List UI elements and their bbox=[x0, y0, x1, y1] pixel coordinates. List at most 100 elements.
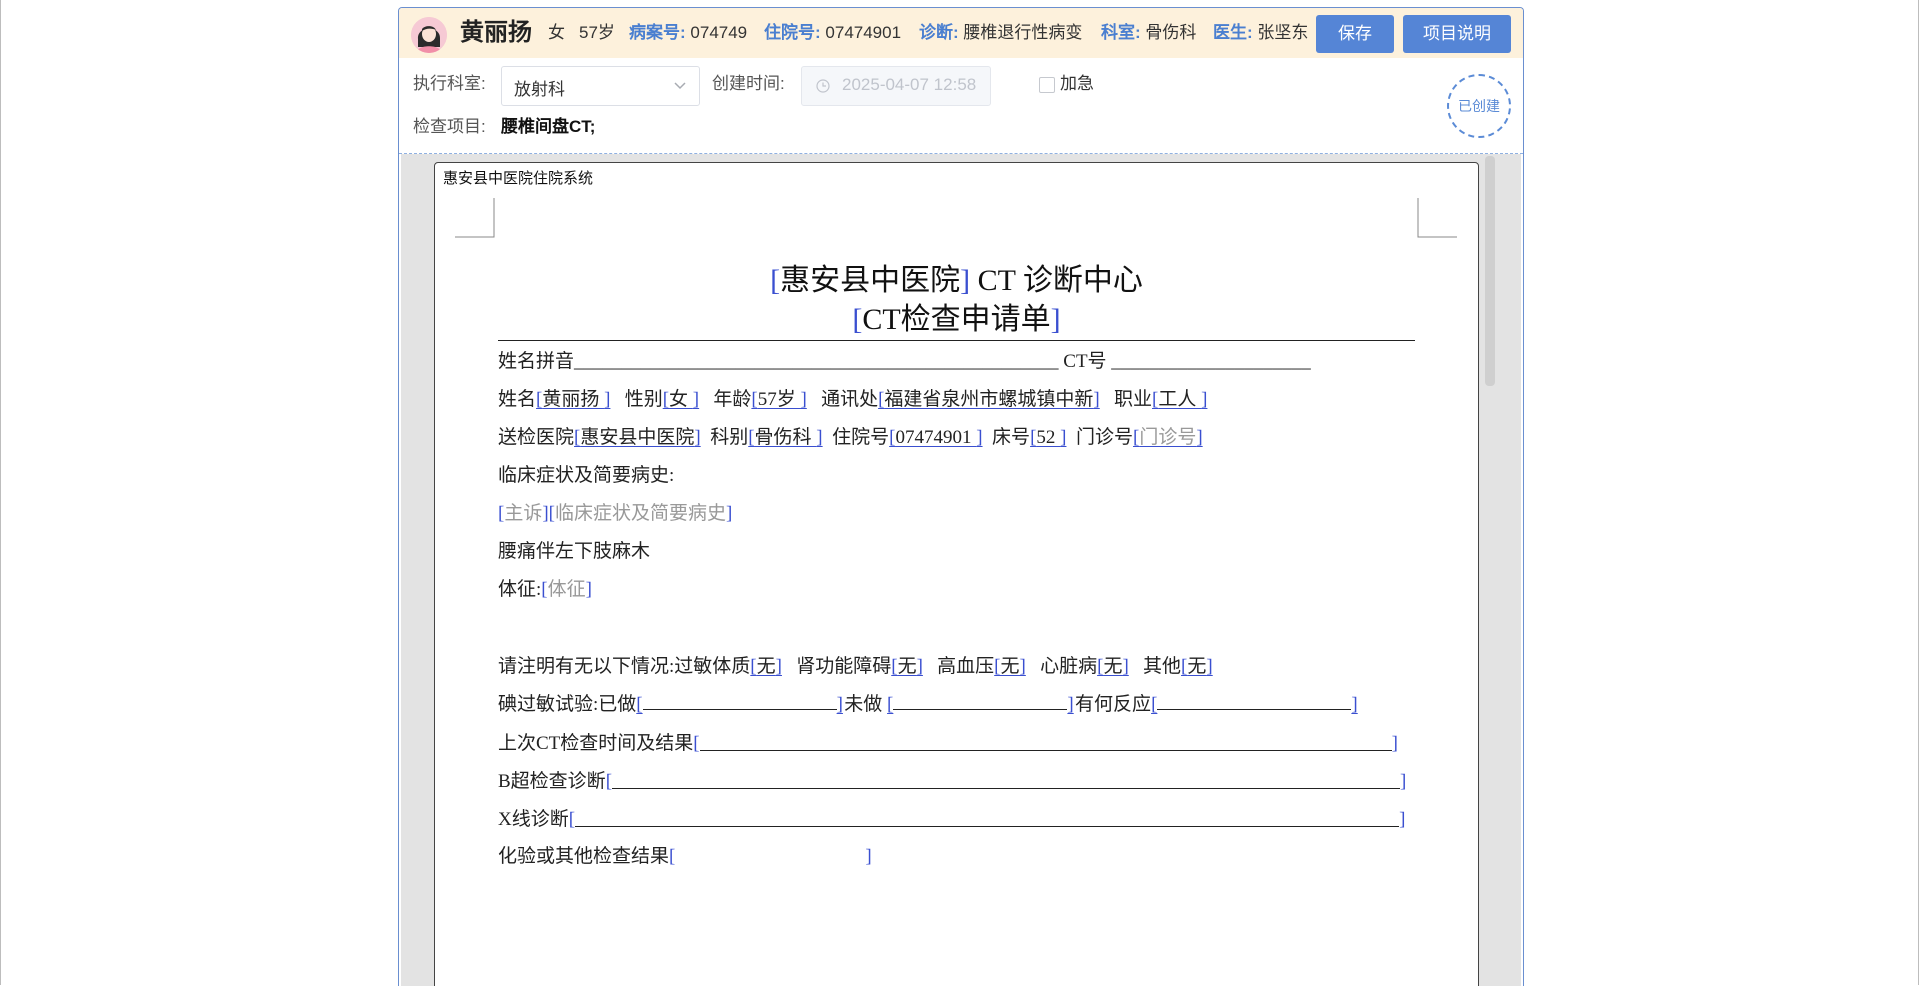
gender-field[interactable]: [女 ] bbox=[663, 389, 699, 410]
other-value: 无 bbox=[1187, 656, 1207, 677]
document-scrollbar[interactable] bbox=[1485, 156, 1495, 386]
avatar bbox=[411, 17, 447, 53]
name-field[interactable]: [黄丽扬 ] bbox=[536, 389, 610, 410]
iodine-not-done-field[interactable]: [] bbox=[887, 692, 1075, 718]
doctor-value: 张坚东 bbox=[1257, 23, 1309, 42]
urgent-checkbox[interactable] bbox=[1039, 77, 1055, 93]
reaction-field[interactable]: [] bbox=[1151, 692, 1359, 718]
allergy-field[interactable]: [无] bbox=[750, 656, 782, 677]
name-value: 黄丽扬 bbox=[542, 389, 605, 410]
clock-icon bbox=[816, 79, 830, 93]
iodine-done-label: 碘过敏试验:已做 bbox=[498, 694, 637, 715]
exec-dept-value: 放射科 bbox=[514, 80, 565, 99]
dept-label: 科别 bbox=[710, 427, 749, 448]
job-field[interactable]: [工人 ] bbox=[1152, 389, 1207, 410]
title-hospital: 惠安县中医院 bbox=[780, 264, 961, 297]
iodine-done-field[interactable]: [] bbox=[636, 692, 844, 718]
ct-number-label: CT号 bbox=[1058, 351, 1112, 372]
diagnosis: 诊断: 腰椎退行性病变 bbox=[919, 21, 1082, 45]
chief-complaint-placeholder: 主诉 bbox=[504, 503, 543, 524]
kidney-field[interactable]: [无] bbox=[891, 656, 923, 677]
dept-field[interactable]: [骨伤科 ] bbox=[748, 427, 822, 448]
age-label: 年龄 bbox=[713, 389, 752, 410]
outpatient-field[interactable]: [门诊号] bbox=[1133, 427, 1203, 448]
other-label: 其他 bbox=[1143, 656, 1182, 677]
hypertension-value: 无 bbox=[1000, 656, 1020, 677]
heart-value: 无 bbox=[1103, 656, 1123, 677]
pinyin-field[interactable]: ________________________________________… bbox=[574, 351, 1059, 372]
title-rule bbox=[498, 340, 1415, 341]
clinical-label: 临床症状及简要病史: bbox=[498, 465, 675, 486]
referring-hospital-field[interactable]: [惠安县中医院] bbox=[574, 427, 701, 448]
outpatient-label: 门诊号 bbox=[1075, 427, 1133, 448]
document-subtitle: [CT检查申请单] bbox=[852, 303, 1061, 336]
referring-hospital-value: 惠安县中医院 bbox=[580, 427, 695, 448]
inpatient-number: 住院号: 07474901 bbox=[764, 21, 901, 45]
exam-request-panel: 黄丽扬 女 57岁 病案号: 074749 住院号: 07474901 诊断: … bbox=[398, 7, 1524, 986]
name-label: 姓名 bbox=[498, 389, 537, 410]
reaction-label: 有何反应 bbox=[1075, 694, 1152, 715]
xray-field[interactable]: [] bbox=[569, 809, 1406, 830]
other-field[interactable]: [无] bbox=[1181, 656, 1213, 677]
case-number: 病案号: 074749 bbox=[629, 21, 747, 45]
address-field[interactable]: [福建省泉州市螺城镇中新] bbox=[878, 389, 1100, 410]
allergy-label: 过敏体质 bbox=[674, 656, 751, 677]
kidney-label: 肾功能障碍 bbox=[796, 656, 892, 677]
project-info-button[interactable]: 项目说明 bbox=[1403, 15, 1511, 53]
create-time-value: 2025-04-07 12:58 bbox=[842, 75, 977, 94]
ct-request-document[interactable]: 惠安县中医院住院系统 [惠安县中医院] CT 诊断中心 [CT检查申请单] 姓名… bbox=[434, 162, 1479, 986]
chief-complaint-field[interactable]: [主诉] bbox=[498, 503, 549, 524]
ct-number-field[interactable]: _____________________ bbox=[1111, 351, 1311, 372]
save-button[interactable]: 保存 bbox=[1316, 15, 1394, 53]
exam-item-label: 检查项目: bbox=[413, 117, 486, 136]
clinical-text[interactable]: 腰痛伴左下肢麻木 bbox=[498, 539, 650, 565]
last-ct-label: 上次CT检查时间及结果 bbox=[498, 733, 694, 754]
patient-name: 黄丽扬 bbox=[460, 19, 532, 46]
clinical-history-placeholder: 临床症状及简要病史 bbox=[555, 503, 727, 524]
doctor: 医生: 张坚东 bbox=[1213, 21, 1308, 45]
inpatient-value: 07474901 bbox=[895, 427, 977, 448]
bed-field[interactable]: [52 ] bbox=[1030, 427, 1066, 448]
lab-field[interactable]: [] bbox=[669, 846, 872, 867]
status-stamp: 已创建 bbox=[1447, 74, 1511, 138]
b-ultrasound-label: B超检查诊断 bbox=[498, 771, 606, 792]
heart-field[interactable]: [无] bbox=[1097, 656, 1129, 677]
inpatient-number-value: 07474901 bbox=[825, 23, 902, 42]
inpatient-field[interactable]: [07474901 ] bbox=[889, 427, 982, 448]
hypertension-field[interactable]: [无] bbox=[994, 656, 1026, 677]
department: 科室: 骨伤科 bbox=[1101, 21, 1196, 45]
gender-value: 女 bbox=[669, 389, 693, 410]
b-ultrasound-field[interactable]: [] bbox=[606, 771, 1407, 792]
diagnosis-value: 腰椎退行性病变 bbox=[963, 23, 1083, 42]
window-left-edge bbox=[0, 0, 1, 985]
inpatient-number-label: 住院号: bbox=[764, 23, 821, 42]
row-patient: 姓名[黄丽扬 ] 性别[女 ] 年龄[57岁 ] 通讯处[福建省泉州市螺城镇中新… bbox=[498, 387, 1207, 413]
row-xray: X线诊断[] bbox=[498, 806, 1405, 833]
exec-dept-select[interactable]: 放射科 bbox=[501, 66, 700, 106]
heart-label: 心脏病 bbox=[1040, 656, 1098, 677]
lab-label: 化验或其他检查结果 bbox=[498, 846, 670, 867]
xray-label: X线诊断 bbox=[498, 809, 569, 830]
kidney-value: 无 bbox=[897, 656, 917, 677]
urgent-label: 加急 bbox=[1060, 74, 1094, 93]
create-time-input[interactable]: 2025-04-07 12:58 bbox=[801, 66, 991, 106]
job-value: 工人 bbox=[1158, 389, 1202, 410]
referring-hospital-label: 送检医院 bbox=[498, 427, 575, 448]
bed-value: 52 bbox=[1036, 427, 1061, 448]
clinical-history-field[interactable]: [临床症状及简要病史] bbox=[549, 503, 733, 524]
row-b-ultrasound: B超检查诊断[] bbox=[498, 768, 1406, 795]
patient-age: 57岁 bbox=[579, 23, 615, 42]
pinyin-label: 姓名拼音 bbox=[498, 351, 575, 372]
row-lab: 化验或其他检查结果[] bbox=[498, 844, 872, 870]
diagnosis-label: 诊断: bbox=[919, 23, 959, 42]
last-ct-field[interactable]: [] bbox=[693, 733, 1398, 754]
signs-label: 体征: bbox=[498, 579, 542, 600]
age-field[interactable]: [57岁 ] bbox=[751, 389, 806, 410]
row-conditions: 请注明有无以下情况:过敏体质[无] 肾功能障碍[无] 高血压[无] 心脏病[无]… bbox=[498, 654, 1213, 680]
age-value: 57岁 bbox=[757, 389, 801, 410]
job-label: 职业 bbox=[1114, 389, 1153, 410]
signs-field[interactable]: [体征] bbox=[541, 579, 592, 600]
subtitle-text: CT检查申请单 bbox=[862, 303, 1051, 336]
exec-dept-label: 执行科室: bbox=[413, 74, 486, 93]
title-center: CT 诊断中心 bbox=[970, 264, 1143, 297]
